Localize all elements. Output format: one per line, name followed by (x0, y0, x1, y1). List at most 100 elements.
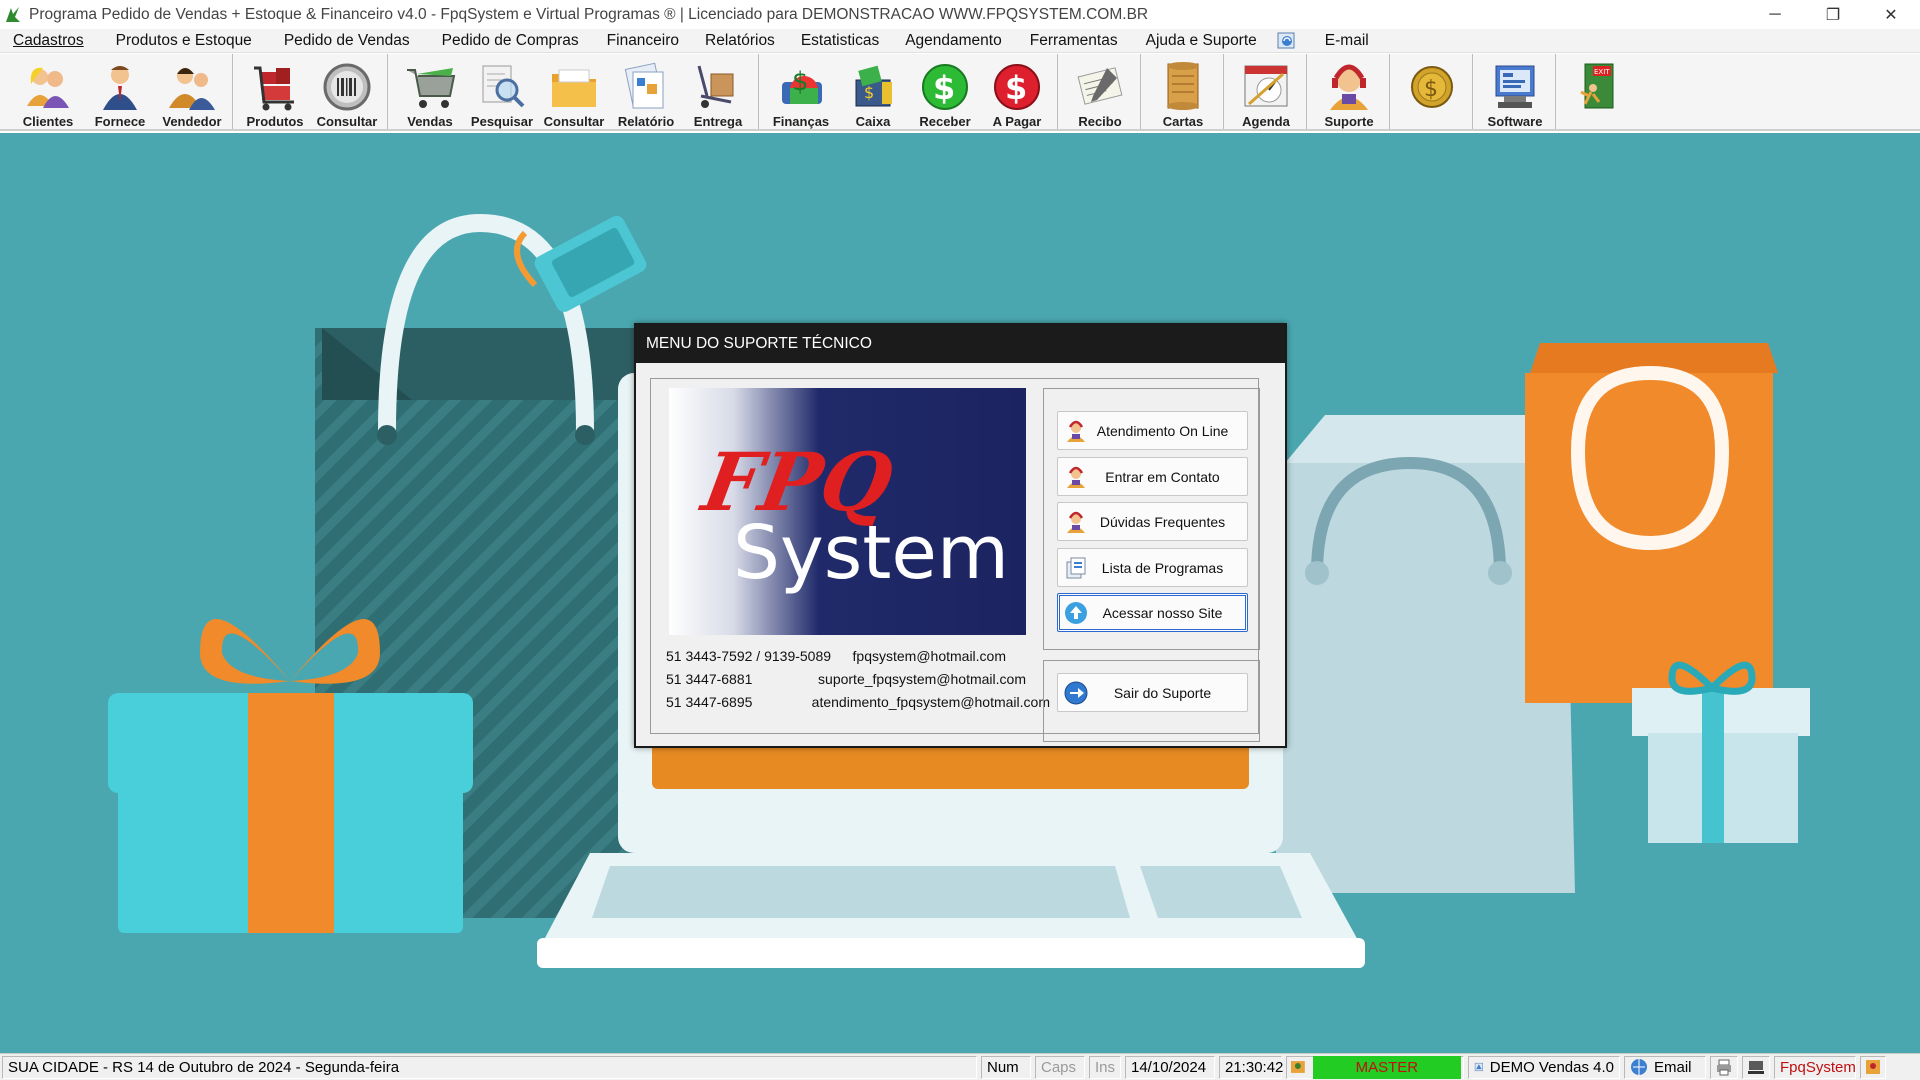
toolbar-clientes-button[interactable]: Clientes (12, 54, 84, 129)
window-title: Programa Pedido de Vendas + Estoque & Fi… (29, 5, 1149, 23)
toolbar-coin-button[interactable]: $ (1396, 54, 1468, 129)
contact-email: atendimento_fpqsystem@hotmail.com (811, 693, 1050, 710)
menu-pedido-compras[interactable]: Pedido de Compras (429, 32, 592, 50)
toolbar-a-pagar-button[interactable]: $ A Pagar (981, 54, 1053, 129)
sair-suporte-button[interactable]: Sair do Suporte (1057, 673, 1248, 712)
menu-cadastros[interactable]: Cadastros (0, 32, 97, 50)
toolbar-receber-button[interactable]: $ Receber (909, 54, 981, 129)
letters-icon (1167, 62, 1199, 110)
contact-phone: 51 3443-7592 / 9139-5089 (666, 647, 832, 664)
title-bar: Programa Pedido de Vendas + Estoque & Fi… (0, 0, 1920, 29)
status-time: 21:30:42 (1219, 1055, 1283, 1079)
toolbar-suporte-button[interactable]: Suporte (1313, 54, 1385, 129)
menu-ajuda-suporte[interactable]: Ajuda e Suporte (1133, 32, 1270, 50)
exit-icon: EXIT (1580, 63, 1614, 109)
svg-text:$: $ (1005, 69, 1027, 107)
status-keyboard[interactable] (1742, 1055, 1770, 1079)
toolbar-caixa-button[interactable]: $ Caixa (837, 54, 909, 129)
support-dialog: MENU DO SUPORTE TÉCNICO FPQ System 51 34… (634, 323, 1287, 748)
supplier-icon (103, 66, 137, 110)
close-button[interactable]: ✕ (1862, 0, 1920, 29)
toolbar-financas-button[interactable]: $ Finanças (765, 54, 837, 129)
version-icon (1474, 1062, 1483, 1072)
menu-estatisticas[interactable]: Estatisticas (788, 32, 892, 50)
status-brand: FpqSystem (1774, 1055, 1856, 1079)
menu-email[interactable]: E-mail (1312, 32, 1382, 50)
minimize-button[interactable]: ─ (1746, 0, 1804, 29)
refresh-globe-icon[interactable] (1276, 31, 1298, 51)
toolbar-cartas-button[interactable]: Cartas (1147, 54, 1219, 129)
search-icon (482, 65, 525, 108)
status-user: MASTER (1312, 1055, 1461, 1079)
calendar-icon (1244, 65, 1288, 107)
toolbar-fornece-button[interactable]: Fornece (84, 54, 156, 129)
duvidas-frequentes-button[interactable]: Dúvidas Frequentes (1057, 502, 1248, 541)
toolbar-recibo-button[interactable]: Recibo (1064, 54, 1136, 129)
toolbar-entrega-button[interactable]: Entrega (682, 54, 754, 129)
toolbar: Clientes Fornece Vendedor Produtos Consu… (0, 54, 1920, 131)
support-icon (1330, 64, 1368, 110)
toolbar-vendas-button[interactable]: Vendas (394, 54, 466, 129)
lista-programas-button[interactable]: Lista de Programas (1057, 548, 1248, 587)
status-email-panel[interactable]: Email (1624, 1055, 1706, 1079)
entrar-contato-button[interactable]: Entrar em Contato (1057, 457, 1248, 496)
contact-phone: 51 3447-6881 (666, 670, 753, 687)
app-logo-icon (6, 6, 20, 22)
status-caps: Caps (1035, 1055, 1085, 1079)
toolbar-relatorio-button[interactable]: Relatório (610, 54, 682, 129)
folder-icon (552, 69, 596, 107)
contact-row: 51 3443-7592 / 9139-5089 fpqsystem@hotma… (666, 644, 1036, 667)
menu-pedido-vendas[interactable]: Pedido de Vendas (271, 32, 423, 50)
contact-list: 51 3443-7592 / 9139-5089 fpqsystem@hotma… (666, 644, 1050, 713)
cashbox-icon: $ (855, 65, 892, 107)
toolbar-agenda-button[interactable]: Agenda (1230, 54, 1302, 129)
contact-email: fpqsystem@hotmail.com (852, 647, 1006, 664)
menu-produtos-estoque[interactable]: Produtos e Estoque (103, 32, 265, 50)
status-bar: SUA CIDADE - RS 14 de Outubro de 2024 - … (0, 1053, 1920, 1080)
user-key-icon (1290, 1061, 1305, 1073)
desktop-background: MENU DO SUPORTE TÉCNICO FPQ System 51 34… (0, 133, 1920, 1053)
status-tray[interactable] (1860, 1055, 1886, 1079)
toolbar-software-button[interactable]: Software (1479, 54, 1551, 129)
svg-text:$: $ (864, 83, 874, 102)
menu-ferramentas[interactable]: Ferramentas (1017, 32, 1131, 50)
toolbar-vendedor-button[interactable]: Vendedor (156, 54, 228, 129)
atendimento-online-button[interactable]: Atendimento On Line (1057, 411, 1248, 450)
menu-agendamento[interactable]: Agendamento (892, 32, 1015, 50)
acessar-site-button[interactable]: Acessar nosso Site (1057, 593, 1248, 632)
restore-button[interactable]: ❐ (1804, 0, 1862, 29)
finance-icon: $ (782, 67, 822, 104)
pay-icon: $ (994, 64, 1040, 110)
status-location-date: SUA CIDADE - RS 14 de Outubro de 2024 - … (2, 1055, 977, 1079)
menu-financeiro[interactable]: Financeiro (594, 32, 692, 50)
toolbar-pesquisar-button[interactable]: Pesquisar (466, 54, 538, 129)
toolbar-consultar-folder-button[interactable]: Consultar (538, 54, 610, 129)
menu-relatorios[interactable]: Relatórios (692, 32, 788, 50)
printer-icon (1717, 1059, 1731, 1076)
arrow-right-circle-icon (1064, 681, 1088, 704)
support-agent-icon (1067, 466, 1085, 488)
status-user-panel: MASTER (1286, 1055, 1464, 1079)
status-version: DEMO Vendas 4.0 (1489, 1058, 1614, 1076)
status-printer[interactable] (1710, 1055, 1738, 1079)
contact-row: 51 3447-6881 suporte_fpqsystem@hotmail.c… (666, 667, 1036, 690)
svg-text:EXIT: EXIT (1594, 68, 1610, 76)
status-date: 14/10/2024 (1125, 1055, 1215, 1079)
support-options-group: Atendimento On Line Entrar em Contato Dú… (1043, 388, 1260, 650)
seller-icon (169, 68, 215, 110)
contact-phone: 51 3447-6895 (666, 693, 753, 710)
fpq-system-logo: FPQ System (669, 388, 1026, 635)
receipt-icon (1077, 67, 1123, 105)
toolbar-exit-button[interactable]: EXIT (1562, 54, 1634, 129)
toolbar-consultar-barcode-button[interactable]: Consultar (311, 54, 383, 129)
toolbar-produtos-button[interactable]: Produtos (239, 54, 311, 129)
up-arrow-globe-icon (1065, 601, 1087, 624)
clients-icon (27, 67, 69, 108)
cart-icon (407, 68, 456, 108)
svg-text:System: System (733, 510, 1009, 596)
status-version-panel: DEMO Vendas 4.0 (1468, 1055, 1620, 1079)
dialog-body: FPQ System 51 3443-7592 / 9139-5089 fpqs… (650, 378, 1260, 742)
contact-email: suporte_fpqsystem@hotmail.com (818, 670, 1026, 687)
program-list-icon (1066, 557, 1086, 578)
support-agent-icon (1067, 420, 1085, 442)
